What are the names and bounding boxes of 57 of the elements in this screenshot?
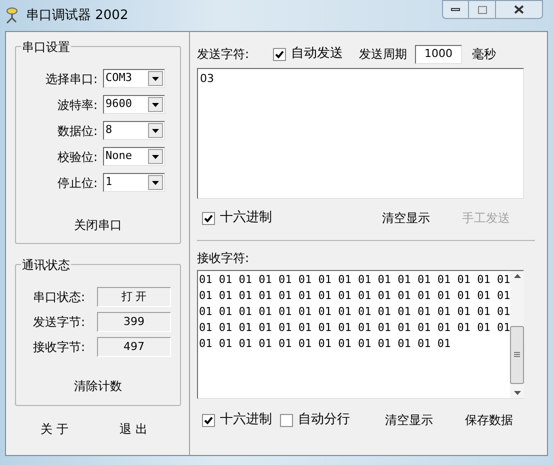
check-icon: [275, 50, 284, 58]
clear-display-button[interactable]: 清空显示: [382, 209, 430, 227]
status-label: 串口状态:: [32, 289, 85, 306]
scrollbar[interactable]: [510, 271, 524, 398]
hex-checkbox[interactable]: 十六进制: [202, 208, 272, 228]
scroll-down-icon[interactable]: [514, 391, 521, 395]
app-icon: [4, 6, 20, 24]
clear-display-button[interactable]: 清空显示: [385, 411, 433, 429]
check-icon: [204, 416, 213, 424]
received-line: 01 01 01 01 01 01 01 01 01 01 01 01 01: [199, 336, 452, 352]
status-value: 497: [97, 337, 171, 357]
group-title: 通讯状态: [21, 256, 71, 274]
checkbox[interactable]: [202, 212, 215, 224]
footer-button[interactable]: 退 出: [112, 420, 156, 438]
close-button[interactable]: [496, 0, 543, 19]
field-label: 选择串口:: [44, 70, 98, 88]
field-label: 停止位:: [56, 174, 98, 192]
clear-count-button[interactable]: 清除计数: [66, 377, 130, 395]
checkbox[interactable]: [280, 414, 293, 426]
status-label: 接收字节:: [32, 339, 85, 356]
auto-wrap-checkbox[interactable]: 自动分行: [280, 410, 350, 430]
send-label: 发送字符:: [197, 46, 250, 63]
checkbox[interactable]: [202, 414, 215, 426]
received-line: 01 01 01 01 01 01 01 01 01 01 01 01 01 01 01 01: [199, 288, 510, 304]
send-text-area[interactable]: 03: [197, 68, 524, 199]
status-value: 打 开: [97, 287, 171, 307]
auto-send-checkbox[interactable]: 自动发送: [273, 44, 344, 64]
maximize-icon: [478, 6, 486, 14]
scroll-thumb[interactable]: [510, 326, 524, 384]
window-title: 串口调试器 2002: [26, 6, 128, 25]
field-label: 校验位:: [56, 148, 98, 166]
footer-button[interactable]: 关 于: [32, 420, 76, 438]
receive-label: 接收字符:: [197, 250, 250, 267]
period-field[interactable]: 1000: [415, 44, 462, 64]
check-icon: [204, 214, 213, 222]
received-line: 01 01 01 01 01 01 01 01 01 01 01 01 01 01 01 01: [199, 304, 510, 320]
close-icon: [514, 5, 524, 14]
received-line: 01 01 01 01 01 01 01 01 01 01 01 01 01 01 01 01: [199, 320, 510, 336]
minimize-icon: [451, 8, 460, 11]
dropdown[interactable]: None: [102, 147, 164, 166]
received-line: 01 01 01 01 01 01 01 01 01 01 01 01 01 01 01 01: [199, 272, 510, 288]
hex-checkbox[interactable]: 十六进制: [202, 410, 272, 430]
dropdown[interactable]: 9600: [102, 95, 164, 114]
field-label: 数据位:: [56, 122, 98, 140]
field-label: 波特率:: [56, 96, 98, 114]
dropdown[interactable]: 8: [102, 121, 164, 140]
dropdown[interactable]: COM3: [102, 69, 164, 88]
unit-label: 毫秒: [472, 46, 496, 63]
checkbox[interactable]: [273, 48, 286, 60]
scroll-up-icon[interactable]: [514, 274, 521, 278]
status-value: 399: [97, 312, 171, 332]
close-port-button[interactable]: 关闭串口: [66, 216, 130, 234]
status-label: 发送字节:: [32, 314, 85, 331]
period-label: 发送周期: [359, 46, 408, 63]
dropdown[interactable]: 1: [102, 173, 164, 192]
save-data-button[interactable]: 保存数据: [465, 411, 513, 429]
minimize-button[interactable]: [442, 0, 469, 19]
